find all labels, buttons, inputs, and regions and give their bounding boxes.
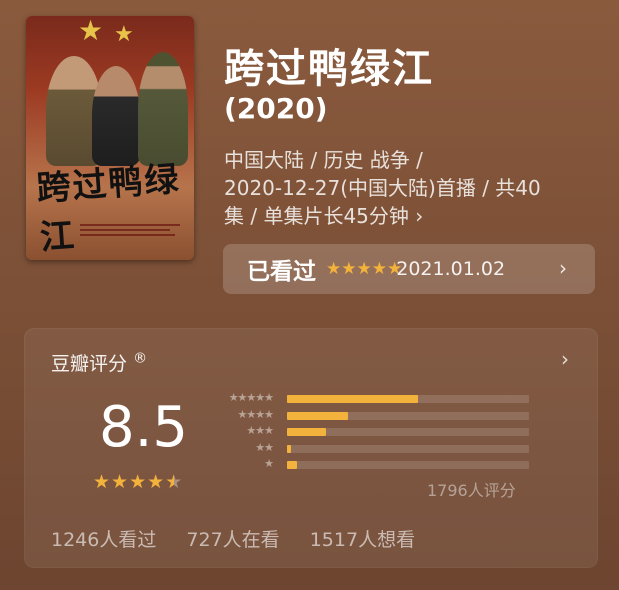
star-icon: ★: [147, 471, 166, 493]
star-icon: ★: [341, 259, 357, 279]
chevron-right-icon: ›: [559, 256, 567, 280]
distribution-stars-icon: ★★★★★: [228, 391, 274, 404]
audience-stats: 1246人看过 727人在看 1517人想看: [51, 525, 439, 552]
star-icon: ★: [129, 471, 148, 493]
my-rating-stars: ★★★★★: [326, 259, 402, 279]
distribution-bar: [287, 444, 291, 453]
meta-line: 2020-12-27(中国大陆)首播 / 共40: [224, 176, 541, 200]
watching-count[interactable]: 727人在看: [186, 529, 279, 551]
star-decoration-icon: ★: [114, 22, 134, 47]
distribution-track: [287, 428, 529, 437]
distribution-stars-icon: ★: [264, 457, 274, 471]
watched-count[interactable]: 1246人看过: [51, 529, 156, 551]
rating-header-label: 豆瓣评分: [51, 353, 128, 375]
distribution-stars-icon: ★★★★: [237, 407, 274, 421]
distribution-track: [287, 395, 529, 403]
distribution-track: [287, 411, 529, 420]
want-count[interactable]: 1517人想看: [310, 529, 415, 551]
distribution-bar: [287, 461, 297, 470]
rating-score: 8.5: [99, 395, 189, 460]
distribution-row: ★: [215, 457, 535, 472]
star-icon: ★: [371, 259, 387, 279]
distribution-track: [287, 461, 529, 470]
movie-meta[interactable]: 中国大陆 / 历史 战争 / 2020-12-27(中国大陆)首播 / 共40 …: [224, 146, 584, 230]
movie-poster[interactable]: ★ ★ 跨过鸭绿江: [26, 16, 194, 260]
poster-credits: [80, 222, 180, 239]
chevron-right-icon[interactable]: ›: [561, 347, 569, 371]
watched-status-button[interactable]: 已看过 ★★★★★ 2021.01.02 ›: [223, 244, 595, 294]
distribution-track: [287, 444, 529, 453]
star-decoration-icon: ★: [78, 16, 104, 47]
meta-line: 中国大陆 / 历史 战争 /: [224, 148, 423, 172]
star-icon: ★: [326, 259, 342, 279]
watched-date: 2021.01.02: [396, 258, 506, 280]
distribution-row: ★★★: [215, 424, 535, 439]
watched-label: 已看过: [247, 259, 316, 285]
page-title: 跨过鸭绿江: [224, 46, 434, 92]
distribution-bar: [287, 411, 348, 420]
distribution-bar: [287, 428, 326, 437]
distribution-bar: [287, 395, 418, 403]
rating-stars: ★★★★★: [93, 471, 183, 493]
distribution-row: ★★★★★: [215, 391, 535, 406]
star-icon: ★: [356, 259, 372, 279]
registered-mark: ®: [133, 350, 148, 367]
distribution-stars-icon: ★★★: [246, 424, 274, 438]
meta-line: 集 / 单集片长45分钟 ›: [224, 204, 424, 228]
release-year: (2020): [224, 92, 328, 125]
poster-title: 跨过鸭绿江: [35, 159, 182, 259]
distribution-row: ★★: [215, 441, 535, 456]
rating-card[interactable]: 豆瓣评分 ® › 8.5 ★★★★★ ★★★★★ ★★★★ ★★★ ★★ ★ 1796人…: [24, 328, 598, 568]
star-icon: ★: [111, 471, 130, 493]
distribution-stars-icon: ★★: [255, 440, 274, 454]
star-icon: ★: [93, 471, 112, 493]
rating-count: 1796人评分: [427, 481, 516, 500]
rating-distribution: ★★★★★ ★★★★ ★★★ ★★ ★: [215, 391, 535, 474]
half-star-icon: ★: [165, 471, 184, 493]
poster-figure: [138, 52, 188, 166]
poster-figure: [92, 66, 140, 166]
rating-header: 豆瓣评分 ®: [51, 349, 147, 376]
distribution-row: ★★★★: [215, 408, 535, 423]
